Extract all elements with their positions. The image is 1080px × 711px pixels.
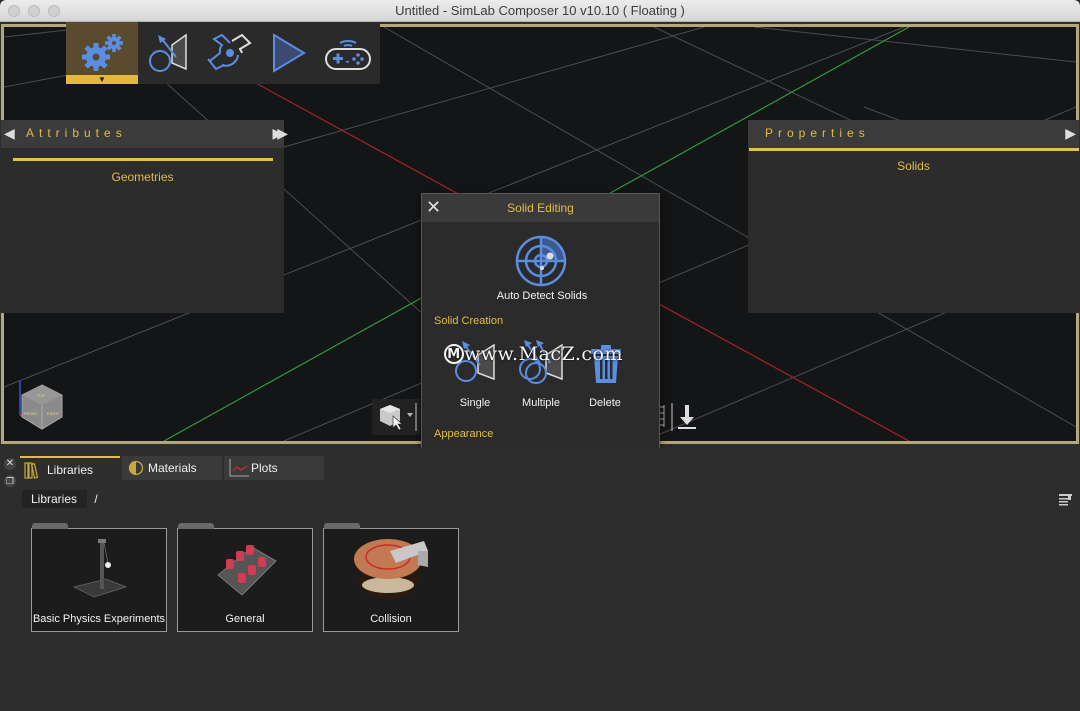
library-item-name: Collision — [370, 613, 412, 625]
properties-solids-label: Solids — [897, 159, 930, 173]
attributes-panel: ◀ Attributes ▶▶ Geometries — [1, 120, 288, 313]
attributes-geometries-label: Geometries — [111, 170, 174, 184]
play-icon — [273, 33, 306, 73]
library-item[interactable]: Collision — [323, 523, 459, 632]
close-panel-icon[interactable]: ✕ — [4, 458, 16, 470]
properties-panel: Properties ▶ Solids — [748, 120, 1079, 313]
mode-dropdown-arrow-icon[interactable]: ▼ — [66, 75, 138, 84]
library-item[interactable]: General — [177, 523, 313, 632]
single-label: Single — [459, 397, 491, 409]
view-cube-right: RIGHT — [47, 411, 60, 416]
drop-to-floor-icon — [678, 405, 696, 429]
auto-detect-solids-button[interactable]: Auto Detect Solids — [492, 232, 592, 304]
view-cube-top: TOP — [37, 393, 45, 398]
selection-mode-button[interactable] — [372, 399, 420, 435]
materials-icon — [128, 460, 144, 476]
tab-libraries[interactable]: Libraries — [20, 456, 120, 480]
gamepad-icon — [325, 40, 371, 70]
app-window: Untitled - SimLab Composer 10 v10.10 ( F… — [0, 0, 1080, 711]
title-bar: Untitled - SimLab Composer 10 v10.10 ( F… — [0, 0, 1080, 22]
collision-thumbnail — [354, 539, 428, 599]
watermark-text: Mwww.MacZ.com — [444, 343, 623, 365]
mode-simulation-play-button[interactable] — [258, 22, 318, 84]
window-title: Untitled - SimLab Composer 10 v10.10 ( F… — [395, 3, 685, 18]
solid-creation-section: Solid Creation — [434, 315, 504, 327]
properties-panel-title: Properties — [765, 126, 870, 140]
library-item-name: General — [225, 613, 265, 625]
auto-detect-solids-label: Auto Detect Solids — [496, 290, 588, 302]
library-item[interactable]: Basic Physics Experiments — [31, 523, 167, 632]
attributes-panel-divider — [13, 158, 273, 161]
dialog-header: ✕ Solid Editing — [422, 194, 659, 222]
multiple-label: Multiple — [522, 397, 560, 409]
library-item-name: Basic Physics Experiments — [32, 613, 166, 625]
engine-thumbnail — [217, 545, 277, 596]
tab-materials[interactable]: Materials — [122, 456, 222, 480]
breadcrumb: Libraries / — [22, 490, 98, 508]
attributes-panel-header: ◀ Attributes ▶▶ — [1, 120, 288, 148]
expand-right-icon[interactable]: ▶▶ — [272, 125, 287, 142]
mode-solid-editing-button[interactable] — [138, 22, 198, 84]
dialog-title: Solid Editing — [507, 201, 574, 215]
appearance-section: Appearance — [434, 428, 494, 440]
list-view-icon[interactable] — [1059, 493, 1073, 511]
radar-icon — [515, 235, 567, 287]
library-panel: ✕ ❐ Libraries Materials Plots Libraries … — [0, 448, 1080, 711]
breadcrumb-root[interactable]: Libraries — [22, 490, 88, 508]
gears-icon — [82, 34, 123, 71]
solid-edit-icon — [149, 33, 187, 72]
pendulum-thumbnail — [72, 539, 128, 598]
view-cube[interactable]: TOP FRONT RIGHT — [16, 377, 68, 433]
view-cube-front: FRONT — [24, 411, 38, 416]
tab-materials-label: Materials — [148, 461, 197, 475]
joint-icon — [207, 33, 252, 71]
collapse-left-icon[interactable]: ◀ — [4, 125, 15, 142]
properties-panel-divider — [749, 148, 1079, 151]
attributes-panel-title: Attributes — [26, 126, 127, 140]
float-panel-icon[interactable]: ❐ — [4, 475, 16, 487]
tab-libraries-label: Libraries — [47, 463, 94, 477]
collapse-right-icon[interactable]: ▶ — [1065, 125, 1076, 142]
cube-select-icon — [380, 403, 417, 431]
mode-joints-button[interactable] — [198, 22, 258, 84]
plot-icon — [229, 459, 249, 477]
mode-toolbar: ▼ — [66, 22, 380, 84]
breadcrumb-separator: / — [94, 492, 98, 506]
properties-panel-header: Properties ▶ — [748, 120, 1079, 148]
mode-game-button[interactable] — [318, 22, 378, 84]
delete-label: Delete — [589, 397, 621, 409]
mode-settings-button[interactable]: ▼ — [66, 22, 138, 84]
tab-plots-label: Plots — [251, 461, 278, 475]
books-icon — [24, 462, 39, 479]
tab-plots[interactable]: Plots — [224, 456, 324, 480]
watermark-logo-icon: M — [444, 344, 464, 364]
